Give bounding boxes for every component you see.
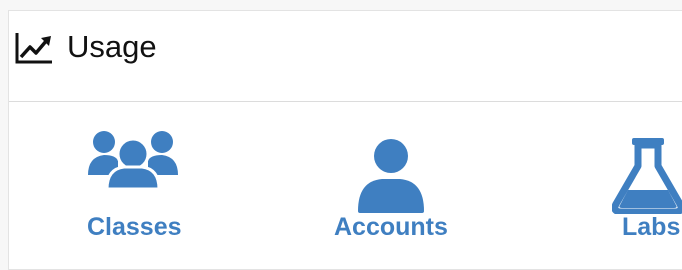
users-group-icon[interactable]: [86, 131, 180, 189]
labs-label[interactable]: Labs: [622, 212, 680, 242]
line-chart-icon: [15, 33, 52, 64]
page-title: Usage: [67, 29, 157, 64]
user-icon[interactable]: [358, 139, 424, 213]
panel-header: Usage: [9, 11, 682, 102]
classes-label[interactable]: Classes: [87, 212, 182, 242]
flask-icon[interactable]: [612, 138, 682, 214]
accounts-label[interactable]: Accounts: [334, 212, 448, 242]
